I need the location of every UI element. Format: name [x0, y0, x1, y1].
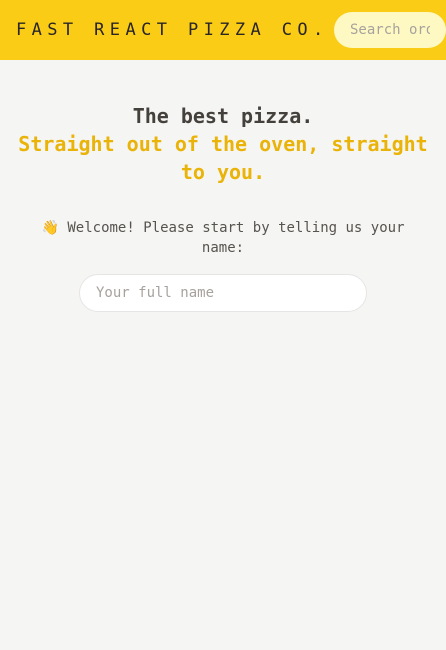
full-name-input[interactable] [79, 274, 367, 312]
waving-hand-icon: 👋 [41, 220, 59, 236]
page-title: The best pizza. Straight out of the oven… [12, 102, 434, 186]
home-logo-link[interactable]: FAST REACT PIZZA CO. [16, 20, 329, 40]
tagline-text: Straight out of the oven, straight to yo… [18, 132, 428, 184]
home-main: The best pizza. Straight out of the oven… [0, 60, 446, 312]
search-order-input[interactable] [334, 12, 446, 48]
welcome-text: Welcome! Please start by telling us your… [67, 220, 405, 256]
welcome-message: 👋 Welcome! Please start by telling us yo… [33, 218, 413, 258]
title-text: The best pizza. [132, 104, 314, 128]
app-header: FAST REACT PIZZA CO. [0, 0, 446, 60]
